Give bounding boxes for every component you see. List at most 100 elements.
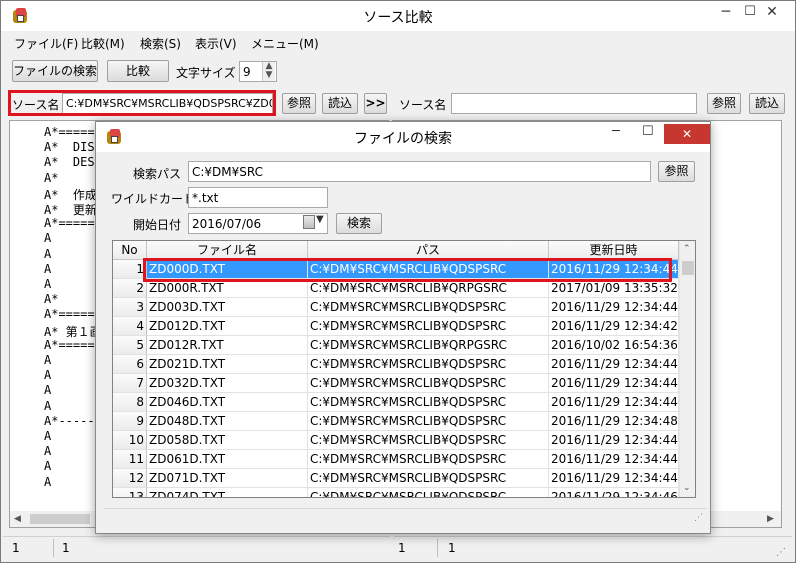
row-no-cell: 5	[113, 336, 147, 355]
table-row[interactable]: 9 ZD048D.TXT C:¥DM¥SRC¥MSRCLIB¥QDSPSRC 2016…	[113, 412, 679, 431]
spin-down-icon[interactable]: ▼	[263, 71, 275, 80]
menu-view[interactable]: 表示(V)	[195, 35, 237, 52]
right-load-button[interactable]: 読込	[749, 93, 785, 114]
source-highlight-box	[8, 90, 276, 116]
code-line: A	[44, 398, 52, 413]
code-line: A*	[44, 292, 59, 307]
updated-cell: 2016/11/29 12:34:44	[549, 374, 679, 393]
date-dropdown-icon[interactable]: ▼	[316, 214, 324, 225]
filename-cell: ZD003D.TXT	[147, 298, 308, 317]
grid-vscroll-thumb[interactable]	[682, 261, 694, 275]
updated-cell: 2016/10/02 16:54:36	[549, 336, 679, 355]
start-date-value: 2016/07/06	[192, 217, 262, 231]
code-line: A	[44, 459, 52, 474]
wildcard-label: ワイルドカード	[111, 192, 196, 206]
filename-cell: ZD046D.TXT	[147, 393, 308, 412]
dialog-close-button[interactable]: ✕	[664, 124, 710, 144]
updated-cell: 2016/11/29 12:34:48	[549, 412, 679, 431]
right-source-label: ソース名	[399, 98, 447, 112]
dialog-maximize-button[interactable]: ☐	[642, 124, 654, 139]
file-search-button[interactable]: ファイルの検索	[12, 60, 98, 82]
scroll-up-icon[interactable]: ⌃	[683, 244, 691, 254]
menu-file[interactable]: ファイル(F)	[14, 35, 78, 52]
left-browse-button[interactable]: 参照	[282, 93, 316, 114]
table-row[interactable]: 3 ZD003D.TXT C:¥DM¥SRC¥MSRCLIB¥QDSPSRC 2016…	[113, 298, 679, 317]
calendar-icon[interactable]	[303, 215, 315, 229]
updated-cell: 2016/11/29 12:34:44	[549, 431, 679, 450]
code-line: A	[44, 368, 52, 383]
menu-search[interactable]: 検索(S)	[140, 35, 181, 52]
code-line: A*	[44, 170, 59, 185]
copy-arrow-button[interactable]: >>	[364, 93, 387, 114]
filename-cell: ZD061D.TXT	[147, 450, 308, 469]
path-cell: C:¥DM¥SRC¥MSRCLIB¥QDSPSRC	[308, 374, 549, 393]
table-row[interactable]: 5 ZD012R.TXT C:¥DM¥SRC¥MSRCLIB¥QRPGSRC 2016…	[113, 336, 679, 355]
updated-cell: 2016/11/29 12:34:44	[549, 450, 679, 469]
right-browse-button[interactable]: 参照	[707, 93, 741, 114]
row-no-cell: 11	[113, 450, 147, 469]
path-cell: C:¥DM¥SRC¥MSRCLIB¥QDSPSRC	[308, 298, 549, 317]
dialog-minimize-button[interactable]: ─	[612, 124, 620, 139]
dialog-search-button[interactable]: 検索	[336, 213, 382, 234]
table-row[interactable]: 4 ZD012D.TXT C:¥DM¥SRC¥MSRCLIB¥QDSPSRC 2016…	[113, 317, 679, 336]
scroll-right-icon[interactable]: ▶	[767, 514, 774, 524]
updated-cell: 2016/11/29 12:34:44	[549, 469, 679, 488]
filename-cell: ZD032D.TXT	[147, 374, 308, 393]
table-row[interactable]: 11 ZD061D.TXT C:¥DM¥SRC¥MSRCLIB¥QDSPSRC 201…	[113, 450, 679, 469]
grid-vscrollbar[interactable]: ⌃ ⌄	[679, 241, 695, 497]
path-cell: C:¥DM¥SRC¥MSRCLIB¥QDSPSRC	[308, 412, 549, 431]
code-line: A	[44, 444, 52, 459]
dialog-status-strip: ⋰	[104, 508, 706, 526]
close-button[interactable]: ✕	[749, 1, 795, 25]
path-cell: C:¥DM¥SRC¥MSRCLIB¥QDSPSRC	[308, 355, 549, 374]
path-cell: C:¥DM¥SRC¥MSRCLIB¥QDSPSRC	[308, 469, 549, 488]
search-path-input[interactable]: C:¥DM¥SRC	[188, 161, 651, 182]
scroll-left-icon[interactable]: ◀	[14, 514, 21, 524]
menu-compare[interactable]: 比較(M)	[81, 35, 125, 52]
left-hscroll-thumb[interactable]	[30, 514, 90, 524]
row-no-cell: 8	[113, 393, 147, 412]
left-load-button[interactable]: 読込	[322, 93, 358, 114]
scroll-down-icon[interactable]: ⌄	[683, 483, 691, 493]
status-divider	[53, 539, 54, 557]
selected-row-highlight-box	[143, 258, 672, 282]
table-row[interactable]: 6 ZD021D.TXT C:¥DM¥SRC¥MSRCLIB¥QDSPSRC 2016…	[113, 355, 679, 374]
menu-bar: ファイル(F) 比較(M) 検索(S) 表示(V) メニュー(M)	[1, 31, 795, 53]
code-line: A	[44, 474, 52, 489]
font-size-label: 文字サイズ	[176, 66, 236, 80]
path-cell: C:¥DM¥SRC¥MSRCLIB¥QDSPSRC	[308, 431, 549, 450]
code-line: A	[44, 277, 52, 291]
path-cell: C:¥DM¥SRC¥MSRCLIB¥QDSPSRC	[308, 393, 549, 412]
filename-cell: ZD058D.TXT	[147, 431, 308, 450]
path-cell: C:¥DM¥SRC¥MSRCLIB¥QDSPSRC	[308, 488, 549, 497]
wildcard-input[interactable]: *.txt	[188, 187, 328, 208]
table-row[interactable]: 7 ZD032D.TXT C:¥DM¥SRC¥MSRCLIB¥QDSPSRC 2016…	[113, 374, 679, 393]
menu-menu[interactable]: メニュー(M)	[251, 35, 319, 52]
path-cell: C:¥DM¥SRC¥MSRCLIB¥QDSPSRC	[308, 317, 549, 336]
filename-cell: ZD012D.TXT	[147, 317, 308, 336]
right-source-path-input[interactable]	[451, 93, 697, 114]
table-row[interactable]: 12 ZD071D.TXT C:¥DM¥SRC¥MSRCLIB¥QDSPSRC 201…	[113, 469, 679, 488]
search-path-label: 検索パス	[133, 167, 182, 181]
left-status-col: 1	[62, 541, 70, 555]
filename-cell: ZD048D.TXT	[147, 412, 308, 431]
updated-cell: 2016/11/29 12:34:46	[549, 488, 679, 497]
resize-grip-icon[interactable]: ⋰	[776, 547, 786, 558]
code-line: A* DISP	[44, 140, 102, 155]
row-no-cell: 10	[113, 431, 147, 450]
table-row[interactable]: 8 ZD046D.TXT C:¥DM¥SRC¥MSRCLIB¥QDSPSRC 2016…	[113, 393, 679, 412]
filename-cell: ZD071D.TXT	[147, 469, 308, 488]
title-bar: ソース比較 ─ ☐ ✕	[1, 1, 795, 31]
status-divider	[437, 539, 438, 557]
dialog-resize-grip-icon[interactable]: ⋰	[694, 513, 703, 523]
dialog-title-bar: ファイルの検索 ─ ☐ ✕	[96, 122, 710, 152]
compare-button[interactable]: 比較	[107, 60, 169, 82]
code-line: A	[44, 231, 52, 246]
column-header-no[interactable]: No	[113, 241, 147, 260]
font-size-spin[interactable]: ▲ ▼	[262, 62, 275, 81]
code-line: A	[44, 246, 52, 261]
table-row[interactable]: 10 ZD058D.TXT C:¥DM¥SRC¥MSRCLIB¥QDSPSRC 201…	[113, 431, 679, 450]
row-no-cell: 6	[113, 355, 147, 374]
dialog-browse-button[interactable]: 参照	[658, 161, 695, 182]
table-row[interactable]: 13 ZD074D.TXT C:¥DM¥SRC¥MSRCLIB¥QDSPSRC 201…	[113, 488, 679, 497]
